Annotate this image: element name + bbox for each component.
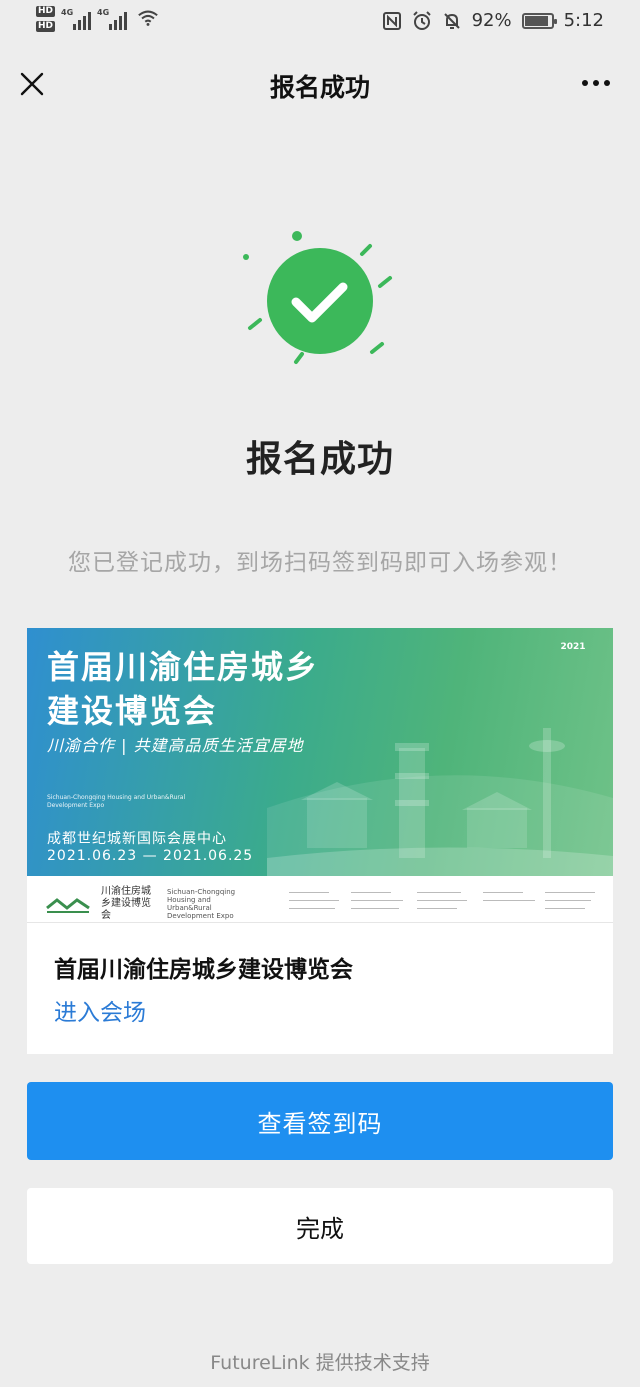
- expo-logo-icon: [46, 898, 90, 913]
- expo-logo: 川渝住房城乡建设博览会 Sichuan-Chongqing Housing an…: [45, 886, 247, 922]
- status-bar-right: 92% 5:12: [382, 10, 604, 31]
- mute-icon: [443, 12, 460, 29]
- status-bar-left: HD HD 4G 4G: [36, 6, 159, 32]
- banner-venue: 成都世纪城新国际会展中心: [47, 831, 227, 847]
- more-icon[interactable]: [582, 80, 610, 86]
- enter-venue-link[interactable]: 进入会场: [54, 993, 146, 1027]
- expo-logo-cn: 川渝住房城乡建设博览会: [101, 886, 151, 921]
- network-type-1: 4G: [61, 8, 74, 17]
- event-card[interactable]: 2021 首届川渝住房城乡 建设博览会 川渝合作 | 共建高品质生活宜居地 Si…: [27, 628, 613, 1054]
- done-button[interactable]: 完成: [27, 1188, 613, 1264]
- network-type-2: 4G: [97, 8, 110, 17]
- banner-english-name: Sichuan-Chongqing Housing and Urban&Rura…: [47, 794, 186, 809]
- page-title: 报名成功: [269, 73, 370, 102]
- check-circle-icon: [243, 231, 392, 364]
- success-heading: 报名成功: [245, 439, 394, 480]
- city-skyline-illustration: [267, 728, 613, 876]
- banner-slogan: 川渝合作 | 共建高品质生活宜居地: [47, 736, 304, 755]
- view-checkin-code-button[interactable]: 查看签到码: [27, 1082, 613, 1160]
- success-message: 您已登记成功，到场扫码签到码即可入场参观！: [68, 550, 572, 576]
- status-bar: HD HD 4G 4G 92% 5:12: [0, 0, 640, 44]
- wifi-icon: [138, 10, 158, 26]
- alarm-icon: [412, 10, 431, 30]
- clock-time: 5:12: [563, 10, 604, 31]
- expo-year-badge: 2021: [560, 642, 586, 652]
- sponsor-text-lines: [289, 890, 599, 916]
- battery-icon: [521, 12, 557, 29]
- battery-fill: [524, 15, 549, 26]
- event-title: 首届川渝住房城乡建设博览会: [54, 957, 353, 983]
- signal-1-icon: 4G: [61, 6, 92, 30]
- banner-title-line1: 首届川渝住房城乡: [47, 648, 320, 686]
- banner-title-line2: 建设博览会: [47, 692, 218, 730]
- expo-logo-en: Sichuan-Chongqing Housing and Urban&Rura…: [167, 888, 236, 920]
- battery-percent: 92%: [471, 10, 512, 31]
- nav-bar: 报名成功: [0, 44, 640, 124]
- hd-badge-2: HD: [36, 21, 56, 32]
- tech-support-footer: FutureLink 提供技术支持: [210, 1352, 430, 1374]
- banner-dates: 2021.06.23 — 2021.06.25: [47, 848, 254, 864]
- nfc-icon: [382, 11, 401, 30]
- hd-badge-1: HD: [36, 6, 56, 17]
- event-banner[interactable]: 2021 首届川渝住房城乡 建设博览会 川渝合作 | 共建高品质生活宜居地 Si…: [27, 628, 613, 876]
- hd-indicators: HD HD: [36, 6, 56, 32]
- signal-2-icon: 4G: [97, 6, 128, 30]
